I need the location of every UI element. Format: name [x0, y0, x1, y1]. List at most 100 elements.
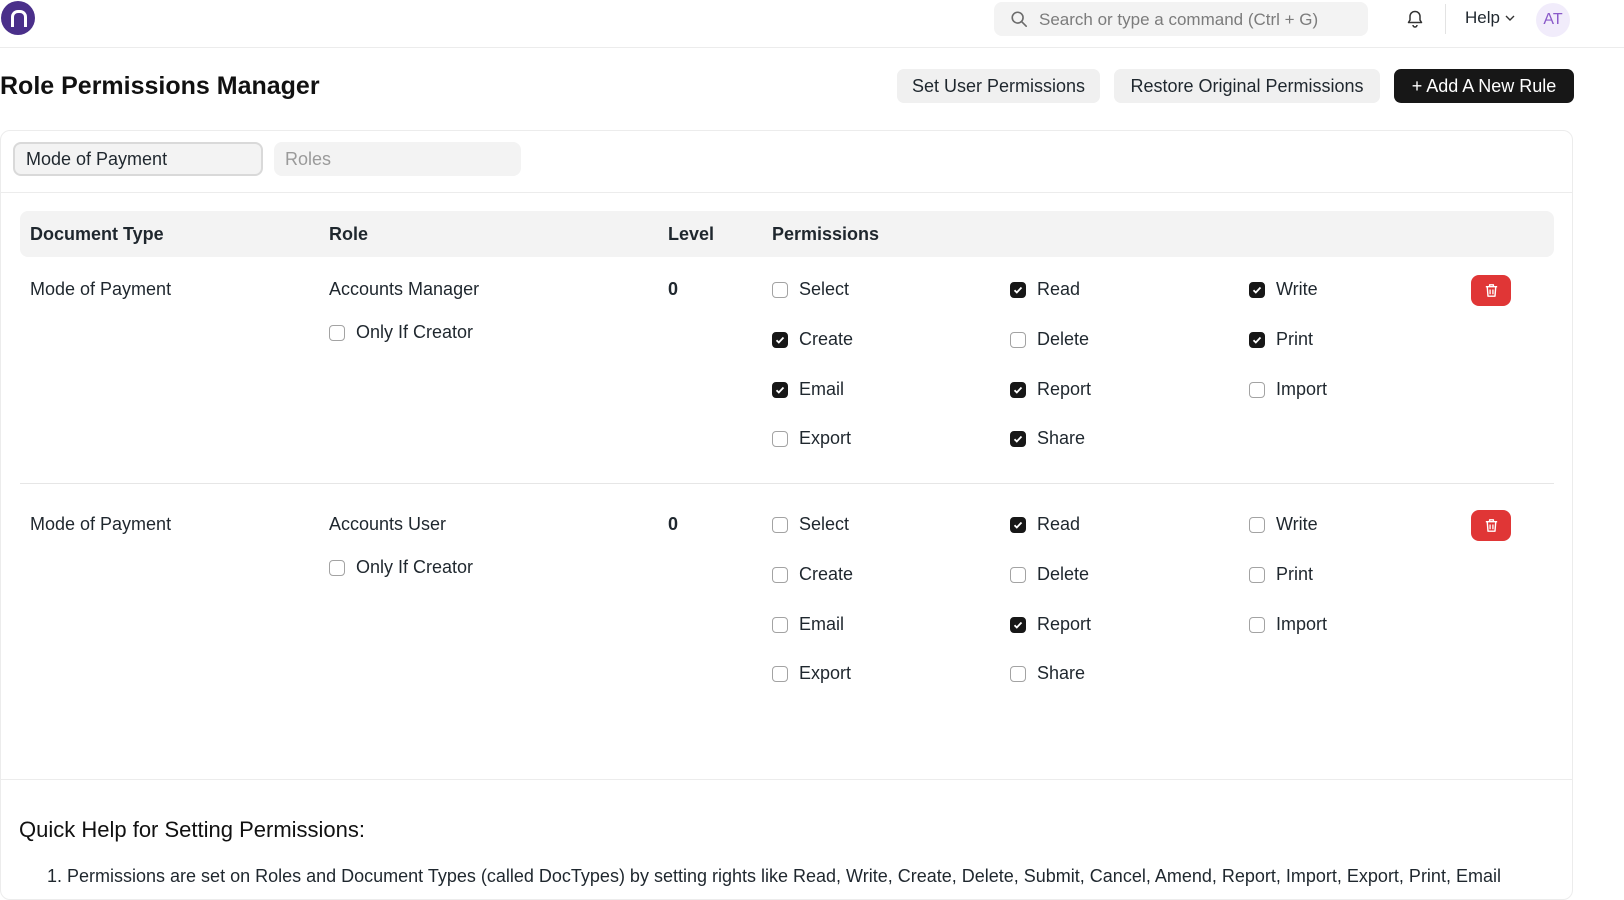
permission-label: Write [1276, 514, 1318, 534]
checkbox-box[interactable] [772, 281, 788, 298]
checkbox-box[interactable] [772, 516, 788, 533]
checkbox-box[interactable] [329, 559, 345, 576]
search-bar[interactable]: Search or type a command (Ctrl + G) [994, 2, 1368, 36]
help-label: Help [1465, 8, 1500, 27]
check-icon [1013, 386, 1023, 394]
check-icon [1013, 521, 1023, 529]
checkbox-box[interactable] [1010, 381, 1026, 398]
permission-label: Write [1276, 279, 1318, 299]
only-if-creator-checkbox[interactable]: Only If Creator [329, 557, 473, 578]
avatar[interactable]: AT [1536, 3, 1570, 37]
permission-checkbox-delete[interactable]: Delete [1010, 329, 1089, 350]
permission-checkbox-read[interactable]: Read [1010, 514, 1080, 535]
checkbox-box[interactable] [1010, 665, 1026, 682]
delete-rule-button[interactable] [1471, 275, 1511, 306]
permission-checkbox-select[interactable]: Select [772, 279, 849, 300]
checkbox-box[interactable] [772, 616, 788, 633]
permission-label: Export [799, 663, 852, 683]
checkbox-box[interactable] [1249, 566, 1265, 583]
permission-checkbox-share[interactable]: Share [1010, 663, 1085, 684]
header-document-type: Document Type [30, 224, 164, 244]
checkbox-box[interactable] [1249, 381, 1265, 398]
permission-checkbox-write[interactable]: Write [1249, 279, 1318, 300]
permission-label: Report [1037, 614, 1092, 634]
search-placeholder: Search or type a command (Ctrl + G) [1039, 10, 1319, 29]
permission-label: Import [1276, 379, 1328, 399]
row-divider [20, 483, 1554, 484]
permission-checkbox-import[interactable]: Import [1249, 379, 1327, 400]
checkbox-box[interactable] [1249, 616, 1265, 633]
checkbox-box[interactable] [1249, 516, 1265, 533]
permission-checkbox-print[interactable]: Print [1249, 329, 1313, 350]
checkbox-box[interactable] [1249, 331, 1265, 348]
permission-checkbox-export[interactable]: Export [772, 663, 851, 684]
check-icon [1252, 336, 1262, 344]
app-logo[interactable] [1, 1, 35, 35]
add-new-rule-button[interactable]: + Add A New Rule [1394, 69, 1574, 103]
check-icon [1013, 286, 1023, 294]
only-if-creator-checkbox[interactable]: Only If Creator [329, 322, 473, 343]
quick-help-item: 1. Permissions are set on Roles and Docu… [47, 866, 1501, 886]
permission-checkbox-email[interactable]: Email [772, 379, 844, 400]
checkbox-box[interactable] [1249, 281, 1265, 298]
permission-label: Create [799, 564, 854, 584]
level-cell: 0 [668, 514, 679, 534]
navbar: Search or type a command (Ctrl + G) Help… [0, 0, 1624, 48]
checkbox-box[interactable] [1010, 430, 1026, 447]
document-type-cell: Mode of Payment [30, 279, 172, 299]
table-row: Mode of Payment Accounts Manager Only If… [20, 271, 1554, 491]
permission-checkbox-import[interactable]: Import [1249, 614, 1327, 635]
permission-label: Select [799, 279, 850, 299]
permission-checkbox-report[interactable]: Report [1010, 379, 1091, 400]
delete-rule-button[interactable] [1471, 510, 1511, 541]
permission-checkbox-create[interactable]: Create [772, 564, 853, 585]
check-icon [775, 386, 785, 394]
permission-label: Print [1276, 329, 1314, 349]
permission-checkbox-report[interactable]: Report [1010, 614, 1091, 635]
checkbox-box[interactable] [772, 665, 788, 682]
restore-original-permissions-button[interactable]: Restore Original Permissions [1114, 69, 1380, 103]
permission-checkbox-select[interactable]: Select [772, 514, 849, 535]
check-icon [775, 336, 785, 344]
set-user-permissions-button[interactable]: Set User Permissions [897, 69, 1100, 103]
permissions-card: Mode of Payment Roles Document Type Role… [0, 130, 1573, 900]
checkbox-box[interactable] [772, 331, 788, 348]
roles-filter[interactable]: Roles [274, 142, 521, 176]
permission-label: Export [799, 428, 852, 448]
filter-bar: Mode of Payment Roles [1, 131, 1572, 193]
permission-label: Report [1037, 379, 1092, 399]
permission-label: Import [1276, 614, 1328, 634]
permission-label: Select [799, 514, 850, 534]
permission-checkbox-email[interactable]: Email [772, 614, 844, 635]
checkbox-box[interactable] [1010, 516, 1026, 533]
permission-label: Create [799, 329, 854, 349]
checkbox-box[interactable] [1010, 566, 1026, 583]
permission-label: Delete [1037, 564, 1090, 584]
quick-help-divider [1, 779, 1572, 780]
permission-checkbox-read[interactable]: Read [1010, 279, 1080, 300]
checkbox-box[interactable] [772, 430, 788, 447]
permission-checkbox-share[interactable]: Share [1010, 428, 1085, 449]
table-row: Mode of Payment Accounts User Only If Cr… [20, 506, 1554, 726]
permission-checkbox-write[interactable]: Write [1249, 514, 1318, 535]
permission-label: Share [1037, 428, 1086, 448]
permission-checkbox-delete[interactable]: Delete [1010, 564, 1089, 585]
checkbox-box[interactable] [1010, 281, 1026, 298]
level-cell: 0 [668, 279, 679, 299]
bell-icon[interactable] [1405, 9, 1425, 29]
help-dropdown[interactable]: Help [1465, 8, 1516, 28]
check-icon [1252, 286, 1262, 294]
permission-checkbox-create[interactable]: Create [772, 329, 853, 350]
checkbox-box[interactable] [1010, 331, 1026, 348]
checkbox-box[interactable] [772, 381, 788, 398]
permission-checkbox-print[interactable]: Print [1249, 564, 1313, 585]
checkbox-box[interactable] [329, 324, 345, 341]
trash-icon [1485, 284, 1497, 297]
document-type-filter[interactable]: Mode of Payment [13, 142, 263, 176]
checkbox-box[interactable] [1010, 616, 1026, 633]
permission-checkbox-export[interactable]: Export [772, 428, 851, 449]
table-header: Document Type Role Level Permissions [20, 211, 1554, 257]
checkbox-box[interactable] [772, 566, 788, 583]
permission-label: Share [1037, 663, 1086, 683]
header-role: Role [329, 224, 369, 244]
